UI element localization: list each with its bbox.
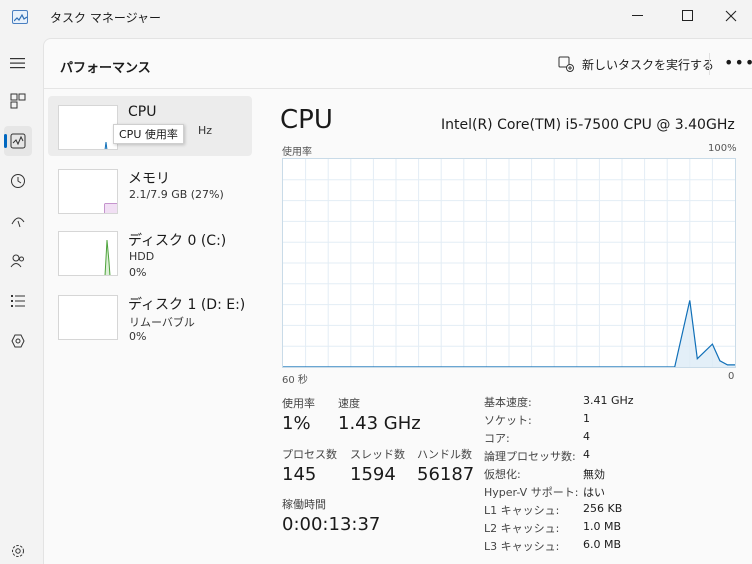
cpu-usage-tooltip: CPU 使用率	[113, 124, 184, 144]
new-task-icon	[558, 56, 574, 72]
graph-xend-label: 0	[728, 371, 735, 382]
uptime-label: 稼働時間	[282, 498, 326, 511]
settings-icon	[12, 545, 24, 557]
device-subtitle: リムーバブル	[129, 316, 195, 329]
device-item-disk-0[interactable]: ディスク 0 (C:) HDD 0%	[48, 222, 252, 282]
main-panel: パフォーマンス 新しいタスクを実行する ••• CPU Hz CPU 使用率 メ…	[43, 38, 752, 564]
hamburger-menu-button[interactable]	[4, 48, 32, 78]
device-name: メモリ	[128, 171, 170, 187]
spec-value: 1	[583, 412, 590, 425]
device-usage: 0%	[129, 266, 147, 279]
spec-label: ソケット:	[484, 414, 532, 427]
detail-title: CPU	[280, 105, 333, 135]
disk-0-thumbnail-graph	[58, 231, 118, 276]
page-header: パフォーマンス 新しいタスクを実行する •••	[44, 39, 752, 89]
device-name: CPU	[128, 104, 157, 120]
cpu-model-name: Intel(R) Core(TM) i5-7500 CPU @ 3.40GHz	[441, 117, 735, 133]
device-name: ディスク 1 (D: E:)	[128, 297, 246, 313]
more-options-button[interactable]: •••	[724, 53, 752, 72]
device-name: ディスク 0 (C:)	[128, 233, 227, 249]
task-manager-app-icon	[12, 10, 28, 24]
nav-details[interactable]	[4, 286, 32, 316]
cpu-usage-graph	[282, 158, 736, 368]
spec-label: コア:	[484, 432, 510, 445]
nav-users[interactable]	[4, 246, 32, 276]
page-title: パフォーマンス	[60, 61, 151, 76]
usage-label: 使用率	[282, 397, 315, 410]
spec-value: 4	[583, 430, 590, 443]
nav-settings[interactable]	[4, 536, 32, 564]
device-subtitle: HDD	[129, 250, 155, 263]
device-usage: 0%	[129, 330, 147, 343]
disk-1-thumbnail-graph	[58, 295, 118, 340]
speed-value: 1.43 GHz	[338, 413, 421, 434]
device-subtitle: Hz	[198, 124, 213, 137]
handles-label: ハンドル数	[417, 448, 472, 461]
spec-label: 論理プロセッサ数:	[484, 450, 576, 463]
maximize-button[interactable]	[665, 0, 711, 32]
nav-startup-apps[interactable]	[4, 206, 32, 236]
threads-value: 1594	[350, 464, 396, 485]
header-divider	[709, 53, 710, 75]
services-icon	[11, 334, 25, 348]
threads-label: スレッド数	[350, 448, 405, 461]
uptime-value: 0:00:13:37	[282, 514, 381, 535]
details-icon	[11, 295, 25, 307]
run-new-task-label: 新しいタスクを実行する	[582, 57, 715, 72]
history-icon	[11, 174, 25, 188]
navigation-rail	[0, 36, 36, 564]
spec-label: L1 キャッシュ:	[484, 504, 560, 517]
device-item-disk-1[interactable]: ディスク 1 (D: E:) リムーバブル 0%	[48, 286, 252, 346]
performance-icon	[10, 133, 26, 149]
spec-value: 6.0 MB	[583, 538, 622, 551]
device-item-cpu[interactable]: CPU Hz CPU 使用率	[48, 96, 252, 156]
hamburger-icon	[10, 58, 25, 69]
memory-thumbnail-graph	[58, 169, 118, 214]
graph-xstart-label: 60 秒	[282, 375, 308, 386]
nav-services[interactable]	[4, 326, 32, 356]
processes-icon	[10, 93, 26, 109]
cpu-thumbnail-graph	[58, 105, 118, 150]
spec-value: 256 KB	[583, 502, 623, 515]
nav-app-history[interactable]	[4, 166, 32, 196]
cpu-usage-chart	[283, 159, 735, 368]
users-icon	[10, 254, 24, 268]
startup-icon	[11, 217, 25, 228]
spec-label: L2 キャッシュ:	[484, 522, 560, 535]
handles-value: 56187	[417, 464, 475, 485]
device-subtitle: 2.1/7.9 GB (27%)	[129, 188, 224, 201]
minimize-button[interactable]	[615, 0, 661, 32]
title-bar: タスク マネージャー	[0, 0, 752, 36]
graph-ymax-label: 100%	[708, 143, 737, 154]
spec-label: Hyper-V サポート:	[484, 486, 579, 499]
device-item-memory[interactable]: メモリ 2.1/7.9 GB (27%)	[48, 160, 252, 220]
spec-value: 3.41 GHz	[583, 394, 634, 407]
speed-label: 速度	[338, 397, 360, 410]
window-title: タスク マネージャー	[50, 11, 161, 25]
spec-value: 1.0 MB	[583, 520, 622, 533]
nav-performance[interactable]	[4, 126, 32, 156]
processes-label: プロセス数	[282, 448, 337, 461]
graph-ylabel: 使用率	[282, 147, 312, 158]
nav-processes[interactable]	[4, 86, 32, 116]
spec-value: はい	[583, 486, 605, 499]
usage-value: 1%	[282, 413, 311, 434]
run-new-task-button[interactable]: 新しいタスクを実行する	[558, 53, 714, 75]
spec-label: 仮想化:	[484, 468, 521, 481]
close-button[interactable]	[708, 0, 752, 32]
spec-value: 無効	[583, 468, 605, 481]
processes-value: 145	[282, 464, 317, 485]
spec-value: 4	[583, 448, 590, 461]
spec-label: L3 キャッシュ:	[484, 540, 560, 553]
spec-label: 基本速度:	[484, 396, 532, 409]
